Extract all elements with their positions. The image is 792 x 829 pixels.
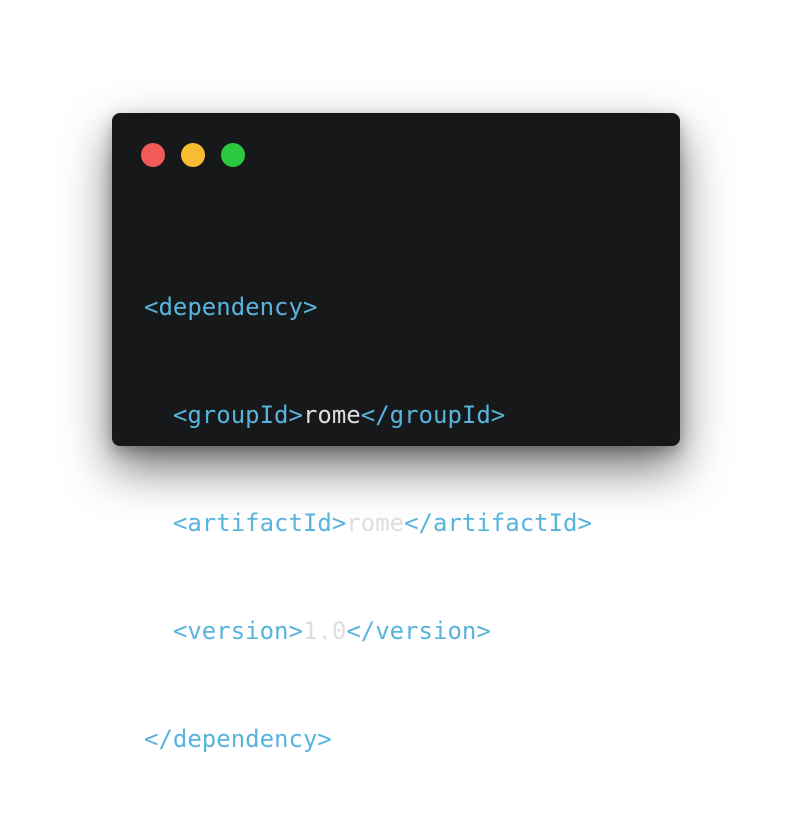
code-line-groupid: <groupId>rome</groupId> — [144, 397, 592, 433]
code-line-dependency-open: <dependency> — [144, 289, 592, 325]
code-line-dependency-close: </dependency> — [144, 721, 592, 757]
xml-value: 1.0 — [302, 617, 347, 645]
close-button[interactable] — [141, 143, 165, 167]
xml-tag: </dependency> — [144, 725, 332, 753]
code-line-artifactid: <artifactId>rome</artifactId> — [144, 505, 592, 541]
code-line-version: <version>1.0</version> — [144, 613, 592, 649]
xml-tag: </groupId> — [360, 401, 506, 429]
code-block: <dependency> <groupId>rome</groupId> <ar… — [144, 217, 592, 829]
xml-tag: <groupId> — [172, 401, 303, 429]
xml-tag: <artifactId> — [172, 509, 347, 537]
xml-tag: <dependency> — [144, 293, 318, 321]
xml-tag: </version> — [346, 617, 491, 645]
code-window: <dependency> <groupId>rome</groupId> <ar… — [112, 113, 680, 753]
xml-tag: <version> — [172, 617, 303, 645]
xml-value: rome — [302, 401, 361, 429]
maximize-button[interactable] — [221, 143, 245, 167]
window-controls — [141, 143, 245, 167]
minimize-button[interactable] — [181, 143, 205, 167]
xml-value: rome — [346, 509, 405, 537]
xml-tag: </artifactId> — [404, 509, 592, 537]
